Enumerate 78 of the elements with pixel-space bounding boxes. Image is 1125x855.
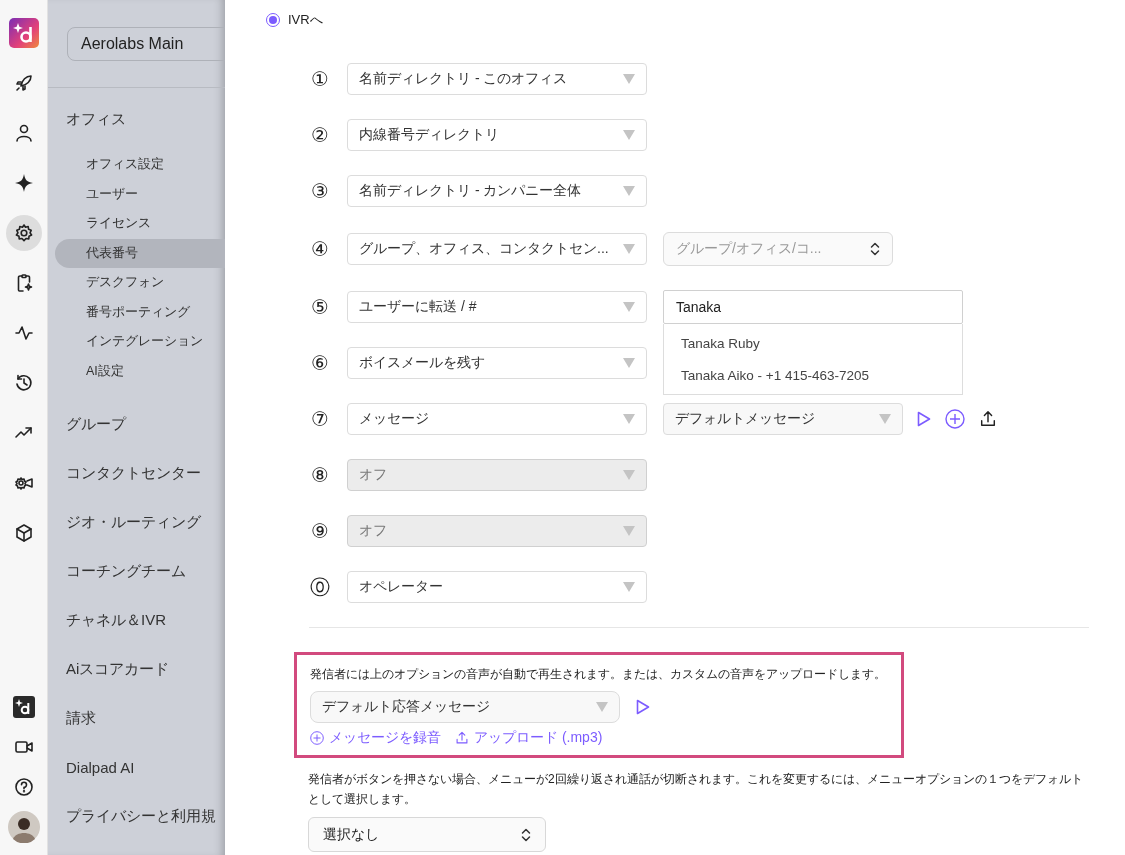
upload-icon[interactable] <box>979 410 997 428</box>
key-number: ⑧ <box>310 463 330 487</box>
sidebar-item[interactable]: 番号ポーティング <box>55 297 225 327</box>
caret-icon <box>623 470 635 480</box>
fallback-note: 発信者がボタンを押さない場合、メニューが2回繰り返され通話が切断されます。これを変更するには、メニューオプションの１つをデフォルトとして選択します。 <box>308 770 1084 808</box>
record-link[interactable]: メッセージを録音 <box>310 728 441 747</box>
chevron-updown-icon <box>521 827 531 842</box>
caret-icon <box>623 526 635 536</box>
help-icon[interactable] <box>13 777 34 797</box>
history-icon[interactable] <box>13 373 34 393</box>
message-select[interactable]: デフォルトメッセージ <box>663 403 903 435</box>
result-option[interactable]: Tanaka Aiko - +1 415-463-7205 <box>664 359 962 391</box>
pulse-icon[interactable] <box>13 323 34 343</box>
sidebar-section[interactable]: グループ <box>48 400 225 449</box>
sidebar-item[interactable]: デスクフォン <box>55 268 225 298</box>
sidebar-item[interactable]: オフィス設定 <box>55 150 225 180</box>
sidebar-item[interactable]: インテグレーション <box>55 327 225 357</box>
action-select[interactable]: 内線番号ディレクトリ <box>347 119 647 151</box>
action-select[interactable]: ユーザーに転送 / # <box>347 291 647 323</box>
key-number: ⑤ <box>310 295 330 319</box>
action-select[interactable]: 名前ディレクトリ - このオフィス <box>347 63 647 95</box>
sidebar-section[interactable]: コンタクトセンター <box>48 449 225 498</box>
sidebar-section[interactable]: ジオ・ルーティング <box>48 498 225 547</box>
person-icon[interactable] <box>13 123 34 143</box>
caret-icon <box>879 414 891 424</box>
upload-link[interactable]: アップロード (.mp3) <box>455 728 603 747</box>
logo-icon[interactable] <box>8 18 39 48</box>
radio-label: IVRへ <box>288 11 323 29</box>
sidebar-section[interactable]: コーチングチーム <box>48 547 225 596</box>
sidebar-section[interactable]: Dialpad AI <box>48 743 225 792</box>
caret-icon <box>623 302 635 312</box>
key-number: ③ <box>310 179 330 203</box>
fallback-select[interactable]: 選択なし <box>308 817 546 853</box>
action-select[interactable]: オペレーター <box>347 571 647 603</box>
workspace-select[interactable]: Aerolabs Main <box>67 27 225 61</box>
picker-placeholder: グループ/オフィス/コ... <box>676 240 822 258</box>
key-number: ⓪ <box>309 574 331 600</box>
search-field[interactable]: Tanaka <box>663 290 963 324</box>
caret-icon <box>596 701 608 712</box>
caret-icon <box>623 186 635 196</box>
app-mark-icon[interactable] <box>12 696 35 718</box>
add-icon[interactable] <box>310 730 324 745</box>
sidebar-item[interactable]: ユーザー <box>55 179 225 209</box>
avatar-icon[interactable] <box>7 811 40 843</box>
greeting-note: 発信者には上のオプションの音声が自動で再生されます。または、カスタムの音声をアップロードします。 <box>310 666 887 683</box>
sidebar-section[interactable]: チャネル＆IVR <box>48 596 225 645</box>
caret-icon <box>623 582 635 592</box>
add-icon[interactable] <box>945 409 965 429</box>
key-number: ⑥ <box>310 351 330 375</box>
caret-icon <box>623 358 635 368</box>
sidebar-item[interactable]: AI設定 <box>55 356 225 386</box>
key-number: ④ <box>310 237 330 261</box>
rocket-icon[interactable] <box>13 73 34 93</box>
sidebar-section[interactable]: プライバシーと利用規 <box>48 792 225 841</box>
key-number: ⑨ <box>310 519 330 543</box>
sidebar-section[interactable]: Aiスコアカード <box>48 645 225 694</box>
caret-icon <box>623 244 635 254</box>
play-icon[interactable] <box>636 698 650 715</box>
caret-icon <box>623 74 635 84</box>
sidebar-section[interactable]: 請求 <box>48 694 225 743</box>
greeting-select[interactable]: デフォルト応答メッセージ <box>310 690 620 723</box>
key-number: ⑦ <box>310 407 330 431</box>
play-icon[interactable] <box>917 411 931 427</box>
caret-icon <box>623 130 635 140</box>
key-number: ① <box>310 67 330 91</box>
action-select[interactable]: 名前ディレクトリ - カンパニー全体 <box>347 175 647 207</box>
action-select[interactable]: ボイスメールを残す <box>347 347 647 379</box>
sidebar-item[interactable]: 代表番号 <box>55 238 225 268</box>
key-number: ② <box>310 123 330 147</box>
action-select[interactable]: メッセージ <box>347 403 647 435</box>
result-option[interactable]: Tanaka Ruby <box>664 327 962 359</box>
caret-icon <box>623 414 635 424</box>
cube-icon[interactable] <box>13 523 34 543</box>
chevron-updown-icon <box>870 242 880 256</box>
settings-icon[interactable] <box>13 223 34 243</box>
action-select[interactable]: グループ、オフィス、コンタクトセン... <box>347 233 647 265</box>
sidebar-section[interactable]: オフィス <box>48 88 225 150</box>
sidebar-item[interactable]: ライセンス <box>55 209 225 239</box>
